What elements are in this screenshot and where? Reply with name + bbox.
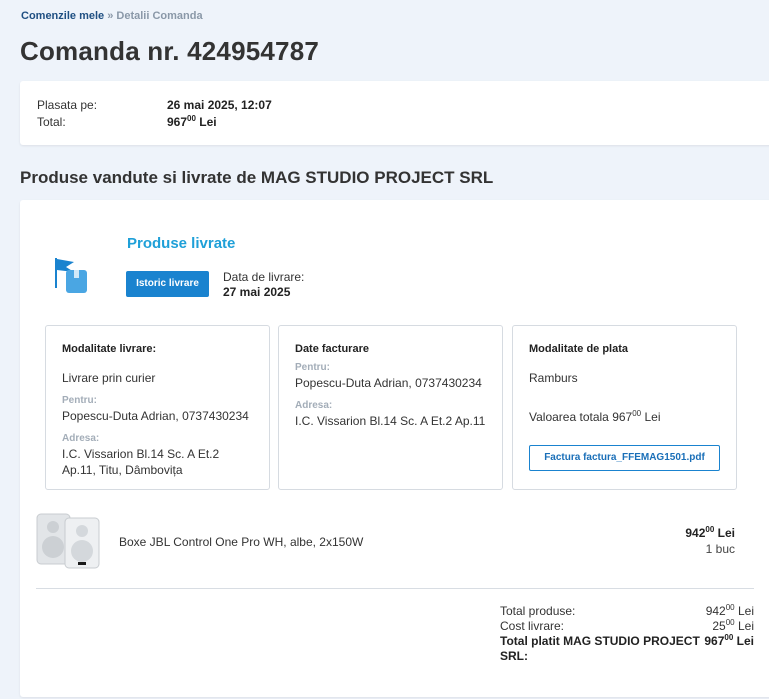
order-placed-row: Plasata pe: 26 mai 2025, 12:07 bbox=[37, 98, 272, 112]
delivery-for-value: Popescu-Duta Adrian, 0737430234 bbox=[62, 409, 249, 423]
invoice-download-button[interactable]: Factura factura_FFEMAG1501.pdf bbox=[529, 445, 720, 471]
page-title: Comanda nr. 424954787 bbox=[20, 36, 320, 66]
order-total-label: Total: bbox=[37, 115, 66, 129]
order-total-value: 96700 Lei bbox=[167, 114, 217, 130]
totals-shipping-currency: Lei bbox=[737, 619, 754, 633]
totals-paid-dec: 00 bbox=[724, 633, 734, 642]
totals-paid-value: 96700 Lei bbox=[704, 633, 754, 649]
order-placed-label: Plasata pe: bbox=[37, 98, 98, 112]
product-price: 94200 Lei bbox=[685, 525, 735, 541]
order-placed-value: 26 mai 2025, 12:07 bbox=[167, 98, 272, 112]
delivery-history-button[interactable]: Istoric livrare bbox=[126, 271, 209, 297]
delivered-flag-box-icon bbox=[55, 258, 87, 293]
totals-shipping-value: 2500 Lei bbox=[712, 618, 754, 634]
totals-products-dec: 00 bbox=[725, 603, 735, 612]
seller-section-title: Produse vandute si livrate de MAG STUDIO… bbox=[20, 168, 494, 187]
payment-total-value: Valoarea totala 96700 Lei bbox=[529, 409, 720, 425]
payment-total-dec: 00 bbox=[632, 409, 642, 418]
product-price-currency: Lei bbox=[717, 526, 735, 540]
delivery-for-label: Pentru: bbox=[62, 395, 97, 406]
totals-products-label: Total produse: bbox=[500, 604, 576, 618]
order-total-row: Total: 96700 Lei bbox=[37, 114, 217, 130]
totals-products-row: Total produse: 94200 Lei bbox=[500, 604, 754, 619]
delivery-method-value: Livrare prin curier bbox=[62, 371, 156, 385]
payment-total-currency: Lei bbox=[644, 410, 661, 424]
totals-paid-currency: Lei bbox=[736, 634, 754, 648]
delivery-date-label: Data de livrare: bbox=[223, 270, 305, 284]
delivery-address-value: I.C. Vissarion Bl.14 Sc. A Et.2 Ap.11, T… bbox=[62, 447, 220, 477]
payment-method-box: Modalitate de plata Ramburs Valoarea tot… bbox=[512, 325, 737, 490]
jbl-speakers-image[interactable] bbox=[34, 510, 104, 570]
delivery-method-title: Modalitate livrare: bbox=[62, 343, 157, 355]
totals-paid-row: Total platit MAG STUDIO PROJECT SRL: 967… bbox=[500, 634, 754, 664]
delivery-date: Data de livrare: 27 mai 2025 bbox=[223, 270, 304, 300]
payment-method-title: Modalitate de plata bbox=[529, 343, 629, 355]
totals-paid-label: Total platit MAG STUDIO PROJECT SRL: bbox=[500, 634, 700, 663]
totals-divider bbox=[36, 588, 754, 589]
delivery-address-label: Adresa: bbox=[62, 433, 100, 444]
product-price-int: 942 bbox=[685, 526, 706, 540]
breadcrumb: Comenzile mele » Detalii Comanda bbox=[21, 10, 203, 22]
billing-address-label: Adresa: bbox=[295, 400, 333, 411]
product-quantity: 1 buc bbox=[705, 542, 735, 556]
totals-shipping-label: Cost livrare: bbox=[500, 619, 565, 633]
product-price-dec: 00 bbox=[705, 525, 715, 534]
order-total-dec: 00 bbox=[187, 114, 196, 123]
totals-products-currency: Lei bbox=[737, 604, 754, 618]
delivery-date-value: 27 mai 2025 bbox=[223, 285, 291, 299]
delivery-method-box: Modalitate livrare: Livrare prin curier … bbox=[45, 325, 270, 490]
totals-products-value: 94200 Lei bbox=[705, 603, 754, 619]
totals-shipping-row: Cost livrare: 2500 Lei bbox=[500, 619, 754, 634]
payment-total-label: Valoarea totala bbox=[529, 410, 609, 424]
order-totals: Total produse: 94200 Lei Cost livrare: 2… bbox=[500, 604, 754, 664]
order-total-int: 967 bbox=[167, 115, 188, 129]
totals-shipping-int: 25 bbox=[712, 619, 726, 633]
breadcrumb-current: Detalii Comanda bbox=[116, 10, 203, 22]
totals-products-int: 942 bbox=[705, 604, 726, 618]
payment-total-int: 967 bbox=[612, 410, 633, 424]
billing-title: Date facturare bbox=[295, 343, 369, 355]
billing-box: Date facturare Pentru: Popescu-Duta Adri… bbox=[278, 325, 503, 490]
seller-order-card: Produse livrate Istoric livrare Data de … bbox=[20, 200, 769, 697]
billing-for-label: Pentru: bbox=[295, 362, 330, 373]
delivery-status-title: Produse livrate bbox=[127, 235, 236, 252]
totals-paid-int: 967 bbox=[704, 634, 725, 648]
payment-method-value: Ramburs bbox=[529, 371, 578, 385]
totals-shipping-dec: 00 bbox=[725, 618, 735, 627]
order-summary-card: Plasata pe: 26 mai 2025, 12:07 Total: 9670… bbox=[20, 81, 769, 145]
order-total-currency: Lei bbox=[199, 115, 217, 129]
product-name[interactable]: Boxe JBL Control One Pro WH, albe, 2x150… bbox=[119, 535, 363, 549]
breadcrumb-separator: » bbox=[107, 10, 114, 22]
billing-address-value: I.C. Vissarion Bl.14 Sc. A Et.2 Ap.11 bbox=[295, 414, 486, 428]
breadcrumb-link-orders[interactable]: Comenzile mele bbox=[21, 10, 104, 22]
billing-for-value: Popescu-Duta Adrian, 0737430234 bbox=[295, 376, 482, 390]
